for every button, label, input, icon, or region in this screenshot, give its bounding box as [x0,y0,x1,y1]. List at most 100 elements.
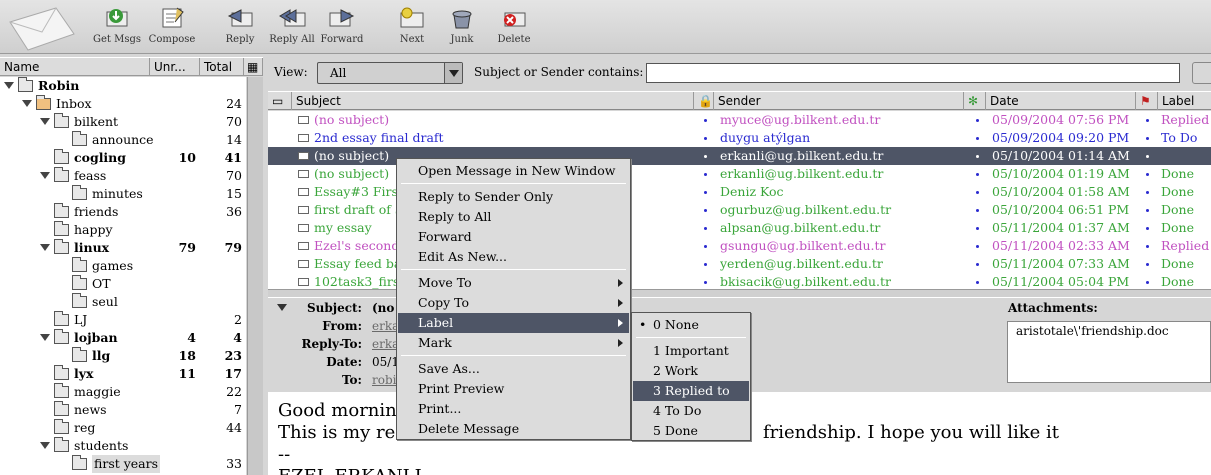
expand-toggle-icon[interactable] [40,442,50,449]
expand-toggle-icon[interactable] [22,100,32,107]
message-date: 05/11/2004 02:33 AM [992,238,1130,253]
label-option[interactable]: 3 Replied to [633,381,749,401]
view-label: View: [274,65,308,79]
compose-button[interactable]: Compose [141,4,203,52]
message-status-icon [298,188,309,196]
col-unread[interactable]: Unr... [150,58,200,76]
menu-item-save-as[interactable]: Save As... [398,359,629,379]
view-select[interactable]: All [317,62,463,84]
status-dot-icon [976,209,979,212]
message-status-icon [298,134,309,142]
flag-col-icon[interactable]: ⚑ [1136,92,1158,110]
col-subject[interactable]: Subject [292,92,694,110]
label-option[interactable]: 4 To Do [633,401,749,421]
forward-button[interactable]: Forward [311,4,373,52]
menu-item-edit-as-new[interactable]: Edit As New... [398,247,629,267]
menu-item-open-message-in-new-window[interactable]: Open Message in New Window [398,161,629,181]
folder-icon [72,257,87,272]
folder-row[interactable]: first years 33 [0,455,246,473]
label-option[interactable]: • 0 None [633,315,749,335]
folder-row[interactable]: happy [0,221,246,239]
total-count: 79 [224,240,242,255]
folder-icon [54,311,69,326]
label-option[interactable]: 5 Done [633,421,749,441]
attachment-item[interactable]: aristotale\'friendship.doc [1016,324,1169,338]
folder-name: OT [92,276,111,291]
to-value[interactable]: robi [372,373,396,387]
folder-icon [54,419,69,434]
forward-icon [329,9,355,27]
menu-item-reply-to-all[interactable]: Reply to All [398,207,629,227]
folder-row[interactable]: students [0,437,246,455]
folder-row[interactable]: reg 44 [0,419,246,437]
thread-column-icon[interactable]: ▭ [268,92,292,110]
folder-scrollbar[interactable] [247,77,263,475]
menu-item-mark[interactable]: Mark [398,333,629,353]
menu-item-print[interactable]: Print... [398,399,629,419]
message-label: Replied to [1161,112,1211,127]
folder-row[interactable]: news 7 [0,401,246,419]
message-date: 05/10/2004 01:58 AM [992,184,1130,199]
folder-row[interactable]: llg 18 23 [0,347,246,365]
folder-row[interactable]: feass 70 [0,167,246,185]
col-sender[interactable]: Sender [714,92,964,110]
from-label: From: [322,319,362,333]
search-label: Subject or Sender contains: [474,65,644,79]
status-dot-icon [1146,119,1149,122]
read-col-icon[interactable]: ✻ [964,92,986,110]
to-label: To: [342,373,362,387]
folder-row[interactable]: LJ 2 [0,311,246,329]
column-picker-icon[interactable]: ▦ [244,58,263,76]
expand-toggle-icon[interactable] [40,172,50,179]
expand-toggle-icon[interactable] [40,118,50,125]
col-total[interactable]: Total [200,58,244,76]
folder-row[interactable]: seul [0,293,246,311]
get-msgs-button[interactable]: Get Msgs [86,4,148,52]
folder-icon [72,275,87,290]
menu-item-print-preview[interactable]: Print Preview [398,379,629,399]
menu-item-copy-to[interactable]: Copy To [398,293,629,313]
folder-row[interactable]: maggie 22 [0,383,246,401]
folder-row[interactable]: lyx 11 17 [0,365,246,383]
menu-item-reply-to-sender-only[interactable]: Reply to Sender Only [398,187,629,207]
menu-separator [401,183,626,184]
menu-item-forward[interactable]: Forward [398,227,629,247]
expand-toggle-icon[interactable] [4,82,14,89]
folder-row[interactable]: Robin [0,77,246,95]
menu-item-move-to[interactable]: Move To [398,273,629,293]
folder-row[interactable]: bilkent 70 [0,113,246,131]
label-option[interactable]: 2 Work [633,361,749,381]
folder-row[interactable]: Inbox 24 [0,95,246,113]
clear-button[interactable] [1192,62,1211,84]
search-input[interactable] [646,63,1180,83]
expand-toggle-icon[interactable] [40,334,50,341]
message-row[interactable]: (no subject) myuce@ug.bilkent.edu.tr 05/09… [268,111,1211,129]
attachment-col-icon[interactable]: 🔒 [694,92,714,110]
expand-toggle-icon[interactable] [40,244,50,251]
label-option[interactable]: 1 Important [633,341,749,361]
folder-row[interactable]: games [0,257,246,275]
col-label[interactable]: Label [1158,92,1211,110]
status-dot-icon [1146,227,1149,230]
folder-row[interactable]: OT [0,275,246,293]
date-label: Date: [326,355,362,369]
subject-value: (no [372,301,395,315]
folder-row[interactable]: linux 79 79 [0,239,246,257]
message-sender: Deniz Koc [720,184,784,199]
folder-row[interactable]: friends 36 [0,203,246,221]
menu-item-delete-message[interactable]: Delete Message [398,419,629,439]
message-row[interactable]: 2nd essay final draft duygu atýlgan 05/09/… [268,129,1211,147]
folder-row[interactable]: cogling 10 41 [0,149,246,167]
status-dot-icon [1146,281,1149,284]
delete-button[interactable]: Delete [483,4,545,52]
message-status-icon [298,152,309,160]
col-name[interactable]: Name [0,58,150,76]
folder-row[interactable]: minutes 15 [0,185,246,203]
status-dot-icon [1146,209,1149,212]
menu-item-label[interactable]: Label [398,313,629,333]
folder-row[interactable]: lojban 4 4 [0,329,246,347]
folder-name: first years [92,455,161,473]
folder-icon [54,203,69,218]
col-date[interactable]: Date [986,92,1136,110]
folder-row[interactable]: announce 14 [0,131,246,149]
